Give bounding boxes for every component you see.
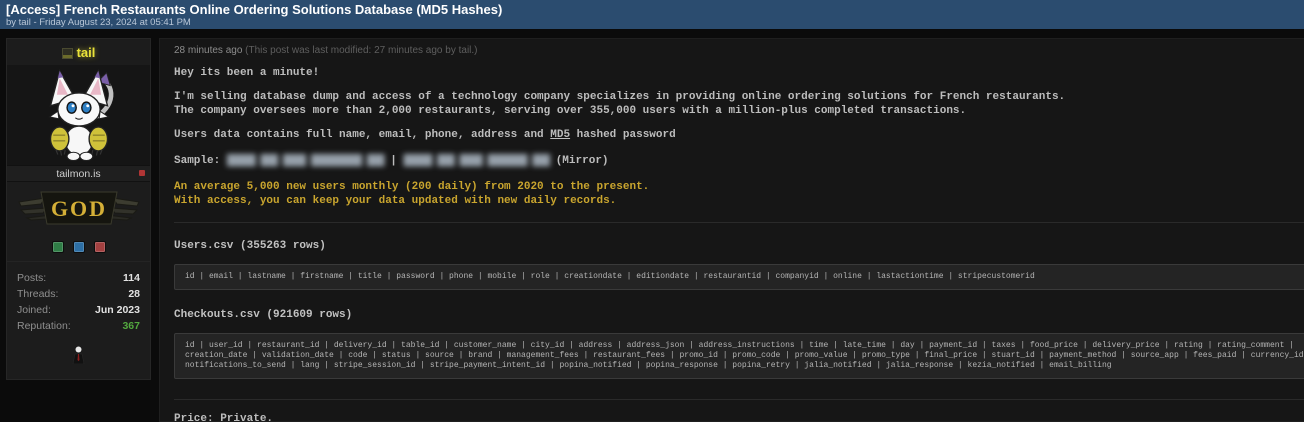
blue-award-icon: [72, 241, 85, 253]
stat-joined: Joined: Jun 2023: [17, 304, 140, 316]
userbar: tailmon.is: [7, 165, 150, 182]
sample-link-1-redacted[interactable]: █████ ███ ████ █████████ ███: [227, 155, 385, 167]
highlight-line-2: With access, you can keep your data upda…: [174, 195, 617, 207]
post-panel: 28 minutes ago (This post was last modif…: [159, 38, 1304, 422]
user-domain-label: tailmon.is: [56, 168, 101, 180]
username-link[interactable]: tail: [77, 45, 96, 60]
stat-threads: Threads: 28: [17, 288, 140, 300]
users-csv-columns: id | email | lastname | firstname | titl…: [185, 272, 1035, 281]
user-stats: Posts: 114 Threads: 28 Joined: Jun 2023 …: [7, 261, 150, 338]
green-award-icon: [51, 241, 64, 253]
post-body: Hey its been a minute! I'm selling datab…: [174, 66, 1304, 422]
avatar[interactable]: [7, 65, 150, 165]
panel-footer: [7, 338, 150, 379]
cat-avatar-image: [47, 69, 114, 162]
users-csv-code-block[interactable]: id | email | lastname | firstname | titl…: [174, 264, 1304, 290]
users-csv-heading: Users.csv (355263 rows): [174, 240, 326, 252]
god-rank-image: GOD: [17, 191, 140, 225]
red-star-icon: [139, 170, 145, 176]
checkouts-csv-columns-line-3: notifications_to_send | lang | stripe_se…: [185, 361, 1112, 370]
post-modified-note: (This post was last modified: 27 minutes…: [245, 45, 478, 56]
md5-link[interactable]: MD5: [550, 129, 570, 141]
description-line-1: I'm selling database dump and access of …: [174, 91, 1066, 103]
highlight-line-1: An average 5,000 new users monthly (200 …: [174, 181, 650, 193]
csv-section: Users.csv (355263 rows) id | email | las…: [174, 222, 1304, 400]
svg-text:GOD: GOD: [50, 196, 106, 221]
checkouts-csv-columns-line-2: creation_date | validation_date | code |…: [185, 351, 1304, 360]
user-flag-icon: [61, 48, 73, 59]
description-line-2: The company oversees more than 2,000 res…: [174, 105, 967, 117]
thread-header: [Access] French Restaurants Online Order…: [0, 0, 1304, 30]
award-badges: [7, 237, 150, 261]
user-panel: tail tailmon.is GOD Posts: 114 Threads: …: [6, 38, 151, 380]
price-line: Price: Private.: [174, 413, 274, 422]
content-area: tail tailmon.is GOD Posts: 114 Threads: …: [0, 30, 1304, 422]
post-meta: 28 minutes ago (This post was last modif…: [174, 45, 1304, 57]
sample-link-2-redacted[interactable]: █████ ███ ████ ███████ ███: [403, 155, 550, 167]
username-row: tail: [7, 39, 150, 65]
author-sidebar: tail tailmon.is GOD Posts: 114 Threads: …: [6, 38, 151, 422]
stat-reputation: Reputation: 367: [17, 320, 140, 332]
stat-posts: Posts: 114: [17, 272, 140, 284]
thread-byline: by tail - Friday August 23, 2024 at 05:4…: [6, 17, 191, 28]
red-award-icon: [93, 241, 106, 253]
checkouts-csv-columns-line-1: id | user_id | restaurant_id | delivery_…: [185, 341, 1294, 350]
sample-line: Sample: █████ ███ ████ █████████ ███ | █…: [174, 155, 609, 167]
checkouts-csv-code-block[interactable]: id | user_id | restaurant_id | delivery_…: [174, 333, 1304, 379]
suited-figure-icon: [72, 346, 85, 365]
thread-title: [Access] French Restaurants Online Order…: [6, 2, 503, 17]
data-fields-line: Users data contains full name, email, ph…: [174, 129, 676, 141]
post-timestamp: 28 minutes ago: [174, 45, 243, 56]
rank-badge: GOD: [7, 182, 150, 237]
checkouts-csv-heading: Checkouts.csv (921609 rows): [174, 309, 353, 321]
greeting-line: Hey its been a minute!: [174, 67, 320, 79]
